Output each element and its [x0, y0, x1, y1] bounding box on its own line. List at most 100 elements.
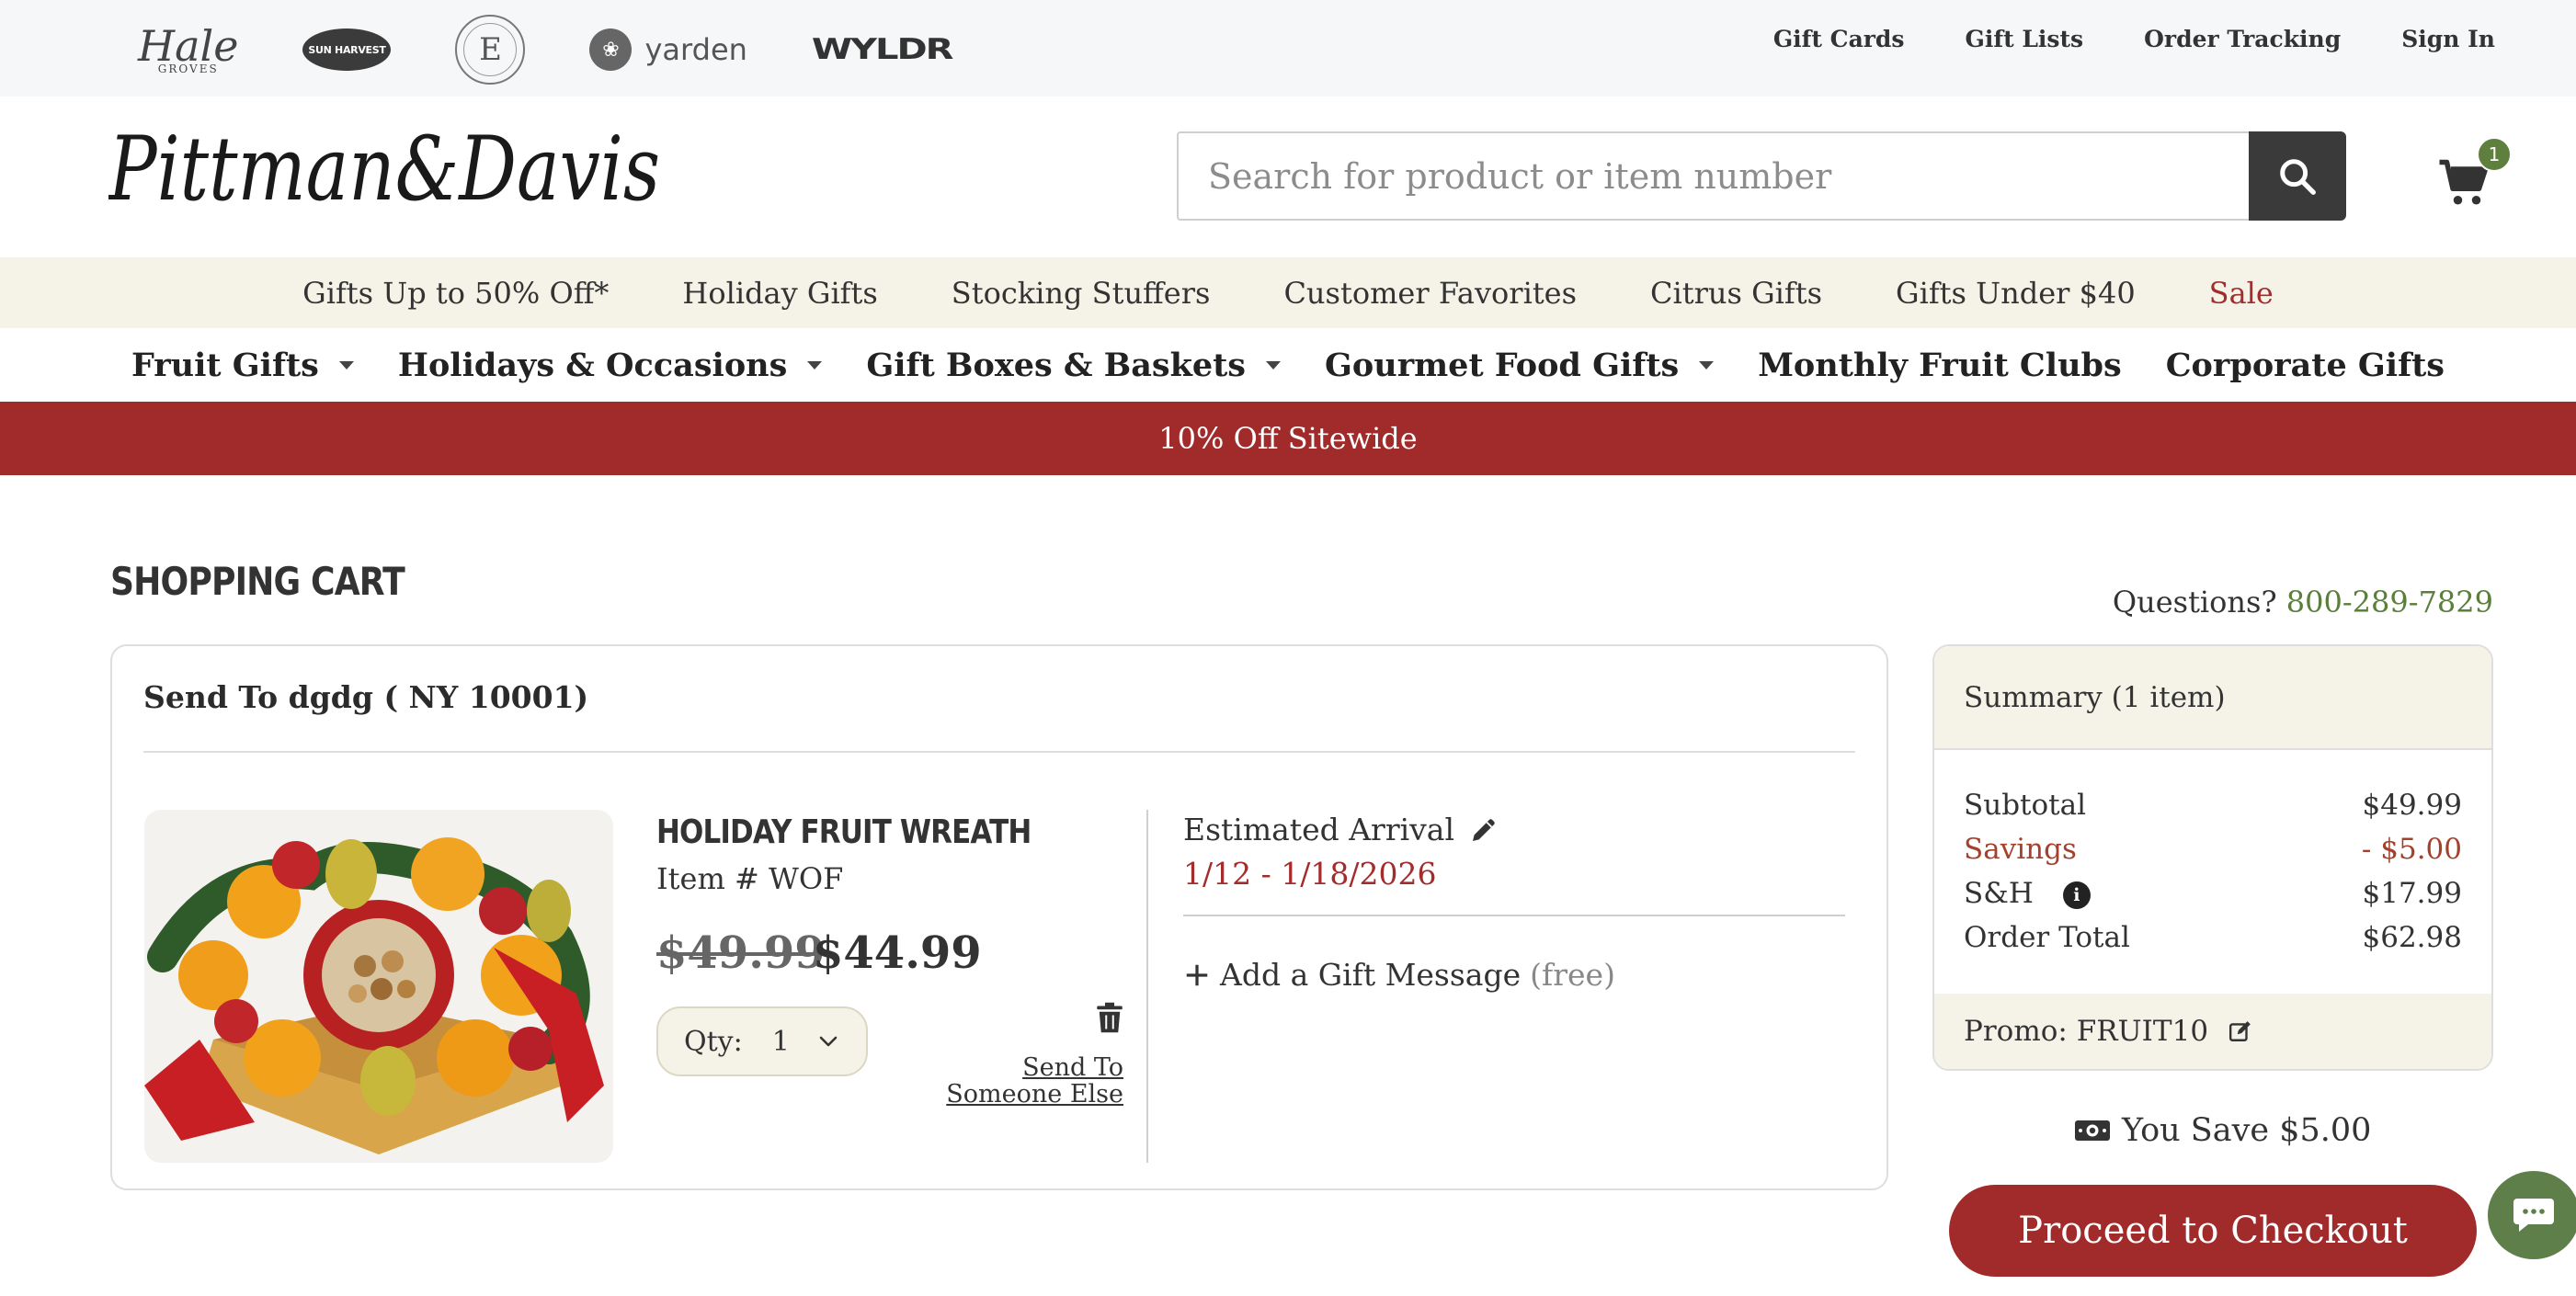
shipping-label: S&H: [1964, 877, 2034, 910]
savings-label: Savings: [1964, 833, 2077, 866]
nav-label: Corporate Gifts: [2165, 346, 2445, 384]
qty-value: 1: [771, 1025, 790, 1058]
page-title: SHOPPING CART: [110, 559, 405, 604]
money-icon: [2075, 1120, 2110, 1141]
product-name[interactable]: HOLIDAY FRUIT WREATH: [656, 813, 1032, 851]
cart-button[interactable]: 1: [2436, 137, 2512, 212]
item-number: Item # WOF: [656, 861, 844, 896]
chat-icon: [2513, 1199, 2554, 1232]
promo-nav-customer-favorites[interactable]: Customer Favorites: [1283, 276, 1577, 311]
wyldr-logo-text: WYLDR: [811, 33, 954, 66]
estimated-arrival-date: 1/12 - 1/18/2026: [1183, 856, 1437, 892]
utility-bar: Hale GROVES SUN HARVEST E ❀ yarden WYLDR …: [0, 0, 2576, 97]
qty-label: Qty:: [684, 1025, 743, 1058]
search-input[interactable]: [1177, 131, 2249, 221]
phone-link[interactable]: 800-289-7829: [2286, 585, 2493, 620]
shipping-row: S&H i $17.99: [1964, 871, 2462, 915]
nav-fruit-gifts[interactable]: Fruit Gifts: [131, 347, 354, 384]
sun-harvest-badge: SUN HARVEST: [302, 28, 392, 71]
proceed-to-checkout-button[interactable]: Proceed to Checkout: [1949, 1185, 2477, 1277]
estimated-arrival: Estimated Arrival: [1183, 812, 1499, 847]
search-bar: [1177, 131, 2346, 221]
edit-icon[interactable]: [2228, 1019, 2252, 1043]
divider: [143, 751, 1855, 753]
promo-nav-holiday-gifts[interactable]: Holiday Gifts: [682, 276, 877, 311]
vertical-divider: [1146, 810, 1148, 1163]
original-price: $49.99: [656, 927, 826, 979]
nav-corporate-gifts[interactable]: Corporate Gifts: [2166, 347, 2445, 384]
order-total-value: $62.98: [2362, 921, 2462, 954]
gift-cards-link[interactable]: Gift Cards: [1773, 26, 1905, 52]
promo-nav-sale[interactable]: Sale: [2209, 276, 2274, 311]
order-summary: Summary (1 item) Subtotal $49.99 Savings…: [1932, 644, 2493, 1071]
sun-harvest-logo[interactable]: SUN HARVEST: [302, 28, 392, 71]
sale-price: $44.99: [813, 927, 982, 979]
subtotal-label: Subtotal: [1964, 789, 2087, 822]
caret-down-icon: [338, 360, 354, 369]
nav-gourmet-food-gifts[interactable]: Gourmet Food Gifts: [1325, 346, 1715, 384]
savings-row: Savings - $5.00: [1964, 827, 2462, 871]
promo-nav: Gifts Up to 50% Off* Holiday Gifts Stock…: [0, 257, 2576, 328]
order-tracking-link[interactable]: Order Tracking: [2144, 26, 2341, 52]
sitewide-promo-banner[interactable]: 10% Off Sitewide: [0, 402, 2576, 475]
order-total-row: Order Total $62.98: [1964, 915, 2462, 960]
questions-label: Questions?: [2112, 585, 2277, 620]
summary-title: Summary (1 item): [1934, 646, 2491, 750]
wyldr-logo[interactable]: WYLDR: [811, 33, 954, 66]
add-gift-message-button[interactable]: Add a Gift Message (free): [1183, 957, 1615, 993]
send-to-someone-else-link[interactable]: Send To Someone Else: [912, 1054, 1123, 1108]
caret-down-icon: [1699, 360, 1715, 369]
utility-links: Gift Cards Gift Lists Order Tracking Sig…: [1713, 26, 2495, 52]
trash-icon[interactable]: [1096, 1001, 1123, 1034]
gift-message-free: (free): [1530, 957, 1615, 993]
hale-groves-logo[interactable]: Hale GROVES: [138, 25, 238, 74]
pencil-icon[interactable]: [1469, 815, 1499, 845]
brand-logos: Hale GROVES SUN HARVEST E ❀ yarden WYLDR: [138, 13, 1016, 86]
pittman-davis-logo[interactable]: Pittman&Davis: [108, 115, 669, 234]
caret-down-icon: [1266, 360, 1282, 369]
promo-nav-gifts-50-off[interactable]: Gifts Up to 50% Off*: [302, 276, 609, 311]
gift-message-label: Add a Gift Message: [1220, 957, 1522, 993]
gift-lists-link[interactable]: Gift Lists: [1966, 26, 2084, 52]
search-icon: [2280, 158, 2316, 195]
banner-text: 10% Off Sitewide: [1158, 421, 1418, 456]
info-icon[interactable]: i: [2062, 881, 2091, 909]
logo-text: Pittman&Davis: [108, 118, 660, 221]
nav-label: Monthly Fruit Clubs: [1758, 346, 2122, 384]
yarden-logo[interactable]: ❀ yarden: [589, 28, 747, 71]
product-image[interactable]: [144, 810, 613, 1163]
checkout-label: Proceed to Checkout: [2018, 1210, 2408, 1252]
nav-monthly-fruit-clubs[interactable]: Monthly Fruit Clubs: [1758, 347, 2122, 384]
subtotal-value: $49.99: [2362, 789, 2462, 822]
sign-in-link[interactable]: Sign In: [2401, 26, 2495, 52]
everglades-logo[interactable]: E: [455, 15, 526, 85]
nav-gift-boxes-baskets[interactable]: Gift Boxes & Baskets: [866, 347, 1282, 384]
nav-label: Gourmet Food Gifts: [1325, 346, 1680, 384]
send-to-heading: Send To dgdg ( NY 10001): [143, 679, 589, 715]
subtotal-row: Subtotal $49.99: [1964, 783, 2462, 827]
promo-nav-stocking-stuffers[interactable]: Stocking Stuffers: [952, 276, 1211, 311]
nav-holidays-occasions[interactable]: Holidays & Occasions: [398, 347, 823, 384]
yarden-logo-text: yarden: [644, 32, 747, 67]
savings-value: - $5.00: [2361, 833, 2462, 866]
order-total-label: Order Total: [1964, 921, 2130, 954]
shipment-card: Send To dgdg ( NY 10001) HOLIDAY FRUIT W…: [110, 644, 1888, 1190]
promo-code-row: Promo: FRUIT10: [1934, 994, 2491, 1069]
summary-rows: Subtotal $49.99 Savings - $5.00 S&H i $17…: [1934, 750, 2491, 960]
yarden-leaf-icon: ❀: [589, 28, 633, 71]
site-header: Pittman&Davis 1: [0, 97, 2576, 257]
everglades-seal: E: [455, 15, 526, 85]
promo-nav-gifts-under-40[interactable]: Gifts Under $40: [1896, 276, 2136, 311]
questions-contact: Questions? 800-289-7829: [2113, 585, 2493, 620]
quantity-select[interactable]: Qty: 1: [656, 1006, 868, 1076]
chat-button[interactable]: [2488, 1171, 2576, 1259]
you-save-text: You Save $5.00: [2122, 1112, 2372, 1149]
promo-nav-citrus-gifts[interactable]: Citrus Gifts: [1650, 276, 1822, 311]
estimated-arrival-label: Estimated Arrival: [1183, 812, 1455, 847]
divider: [1183, 915, 1845, 916]
search-button[interactable]: [2249, 131, 2346, 221]
nav-label: Fruit Gifts: [131, 346, 319, 384]
main-nav: Fruit Gifts Holidays & Occasions Gift Bo…: [0, 328, 2576, 402]
caret-down-icon: [807, 360, 823, 369]
plus-icon: [1186, 964, 1208, 985]
